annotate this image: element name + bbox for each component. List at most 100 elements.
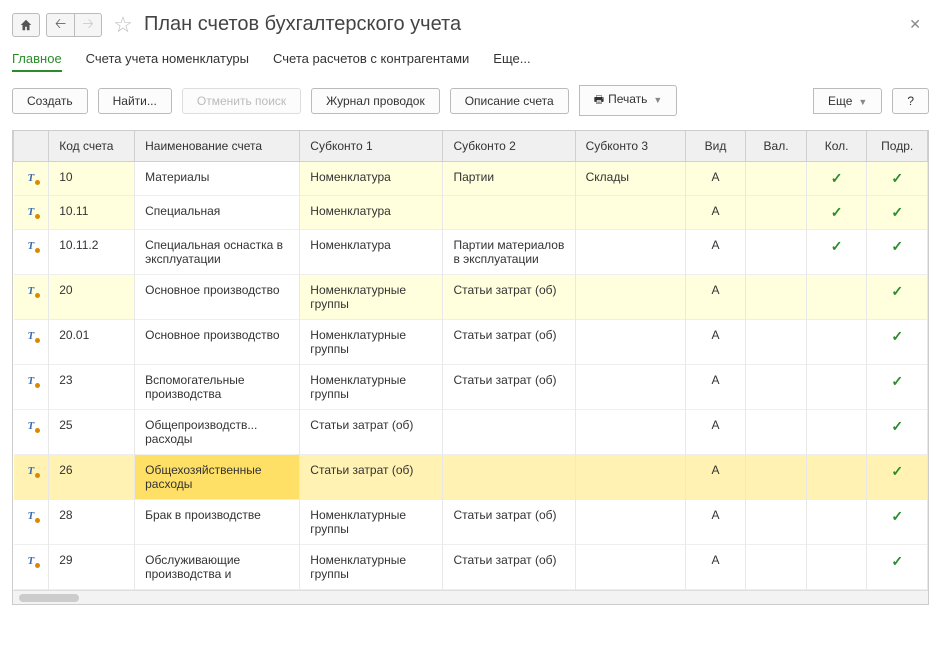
cell-name: Основное производство xyxy=(135,275,300,320)
col-name[interactable]: Наименование счета xyxy=(135,131,300,162)
cell-name: Специальная xyxy=(135,196,300,230)
cell-type: А xyxy=(685,410,746,455)
col-sub2[interactable]: Субконто 2 xyxy=(443,131,575,162)
cell-qty xyxy=(806,455,867,500)
cell-sub1: Статьи затрат (об) xyxy=(300,410,443,455)
cell-dept: ✓ xyxy=(867,365,928,410)
home-button[interactable] xyxy=(12,13,40,37)
cell-val xyxy=(746,500,807,545)
journal-button[interactable]: Журнал проводок xyxy=(311,88,440,114)
col-code[interactable]: Код счета xyxy=(49,131,135,162)
tab-3[interactable]: Еще... xyxy=(493,47,530,72)
table-row[interactable]: 20.01Основное производствоНоменклатурные… xyxy=(14,320,928,365)
cell-dept: ✓ xyxy=(867,320,928,365)
col-sub1[interactable]: Субконто 1 xyxy=(300,131,443,162)
cell-dept: ✓ xyxy=(867,410,928,455)
create-button[interactable]: Создать xyxy=(12,88,88,114)
cell-sub3 xyxy=(575,455,685,500)
more-button[interactable]: Еще▼ xyxy=(813,88,882,114)
cell-sub2 xyxy=(443,196,575,230)
accounts-table-wrap: Код счета Наименование счета Субконто 1 … xyxy=(12,130,929,605)
cell-sub1: Номенклатура xyxy=(300,230,443,275)
row-type-icon xyxy=(14,545,49,590)
row-type-icon xyxy=(14,410,49,455)
cell-sub2 xyxy=(443,455,575,500)
chevron-down-icon: ▼ xyxy=(858,97,867,107)
table-row[interactable]: 20Основное производствоНоменклатурные гр… xyxy=(14,275,928,320)
cell-qty xyxy=(806,500,867,545)
col-sub3[interactable]: Субконто 3 xyxy=(575,131,685,162)
cell-sub2: Партии материалов в эксплуатации xyxy=(443,230,575,275)
cell-type: А xyxy=(685,455,746,500)
table-row[interactable]: 25Общепроизводств... расходыСтатьи затра… xyxy=(14,410,928,455)
cell-code: 20.01 xyxy=(49,320,135,365)
print-group: 🖶Печать▼ xyxy=(579,85,678,116)
cell-code: 23 xyxy=(49,365,135,410)
table-row[interactable]: 10МатериалыНоменклатураПартииСкладыА✓✓ xyxy=(14,162,928,196)
col-dept[interactable]: Подр. xyxy=(867,131,928,162)
table-row[interactable]: 10.11.2Специальная оснастка в эксплуатац… xyxy=(14,230,928,275)
cancel-search-button: Отменить поиск xyxy=(182,88,301,114)
cell-sub1: Номенклатурные группы xyxy=(300,275,443,320)
col-icon[interactable] xyxy=(14,131,49,162)
cell-dept: ✓ xyxy=(867,230,928,275)
cell-name: Специальная оснастка в эксплуатации xyxy=(135,230,300,275)
table-header-row: Код счета Наименование счета Субконто 1 … xyxy=(14,131,928,162)
cell-type: А xyxy=(685,365,746,410)
help-button[interactable]: ? xyxy=(892,88,929,114)
cell-name: Общепроизводств... расходы xyxy=(135,410,300,455)
more-group: Еще▼ xyxy=(813,88,882,114)
description-button[interactable]: Описание счета xyxy=(450,88,569,114)
table-row[interactable]: 28Брак в производствеНоменклатурные груп… xyxy=(14,500,928,545)
tab-0[interactable]: Главное xyxy=(12,47,62,72)
cell-name: Общехозяйственные расходы xyxy=(135,455,300,500)
horizontal-scrollbar[interactable] xyxy=(13,590,928,604)
cell-name: Материалы xyxy=(135,162,300,196)
cell-code: 28 xyxy=(49,500,135,545)
cell-sub3 xyxy=(575,410,685,455)
cell-type: А xyxy=(685,275,746,320)
close-button[interactable]: ✕ xyxy=(901,12,929,37)
cell-qty: ✓ xyxy=(806,162,867,196)
cell-dept: ✓ xyxy=(867,162,928,196)
cell-name: Вспомогательные производства xyxy=(135,365,300,410)
col-val[interactable]: Вал. xyxy=(746,131,807,162)
cell-sub3 xyxy=(575,545,685,590)
forward-button[interactable]: 🡢 xyxy=(74,13,102,37)
cell-code: 29 xyxy=(49,545,135,590)
table-row[interactable]: 10.11СпециальнаяНоменклатураА✓✓ xyxy=(14,196,928,230)
print-button[interactable]: 🖶Печать▼ xyxy=(579,85,678,116)
cell-sub2: Статьи затрат (об) xyxy=(443,500,575,545)
printer-icon: 🖶 xyxy=(594,94,604,106)
cell-sub3 xyxy=(575,365,685,410)
cell-sub2 xyxy=(443,410,575,455)
cell-sub3 xyxy=(575,230,685,275)
cell-sub2: Статьи затрат (об) xyxy=(443,545,575,590)
cell-qty xyxy=(806,410,867,455)
cell-type: А xyxy=(685,162,746,196)
col-qty[interactable]: Кол. xyxy=(806,131,867,162)
row-type-icon xyxy=(14,500,49,545)
favorite-icon[interactable]: ☆ xyxy=(112,14,134,36)
cell-code: 25 xyxy=(49,410,135,455)
tab-1[interactable]: Счета учета номенклатуры xyxy=(86,47,249,72)
find-button[interactable]: Найти... xyxy=(98,88,172,114)
cell-sub3 xyxy=(575,320,685,365)
col-type[interactable]: Вид xyxy=(685,131,746,162)
cell-type: А xyxy=(685,545,746,590)
nav-group: 🡠 🡢 xyxy=(46,13,102,37)
cell-sub2: Партии xyxy=(443,162,575,196)
cell-sub1: Номенклатурные группы xyxy=(300,500,443,545)
cell-val xyxy=(746,275,807,320)
cell-name: Основное производство xyxy=(135,320,300,365)
tab-2[interactable]: Счета расчетов с контрагентами xyxy=(273,47,469,72)
table-row[interactable]: 23Вспомогательные производстваНоменклату… xyxy=(14,365,928,410)
back-button[interactable]: 🡠 xyxy=(46,13,74,37)
table-row[interactable]: 29Обслуживающие производства иНоменклату… xyxy=(14,545,928,590)
scrollbar-thumb[interactable] xyxy=(19,594,79,602)
tabs-bar: Главное Счета учета номенклатуры Счета рас… xyxy=(12,47,929,73)
table-row[interactable]: 26Общехозяйственные расходыСтатьи затрат… xyxy=(14,455,928,500)
page-title: План счетов бухгалтерского учета xyxy=(144,13,895,36)
cell-sub3 xyxy=(575,275,685,320)
cell-qty: ✓ xyxy=(806,196,867,230)
